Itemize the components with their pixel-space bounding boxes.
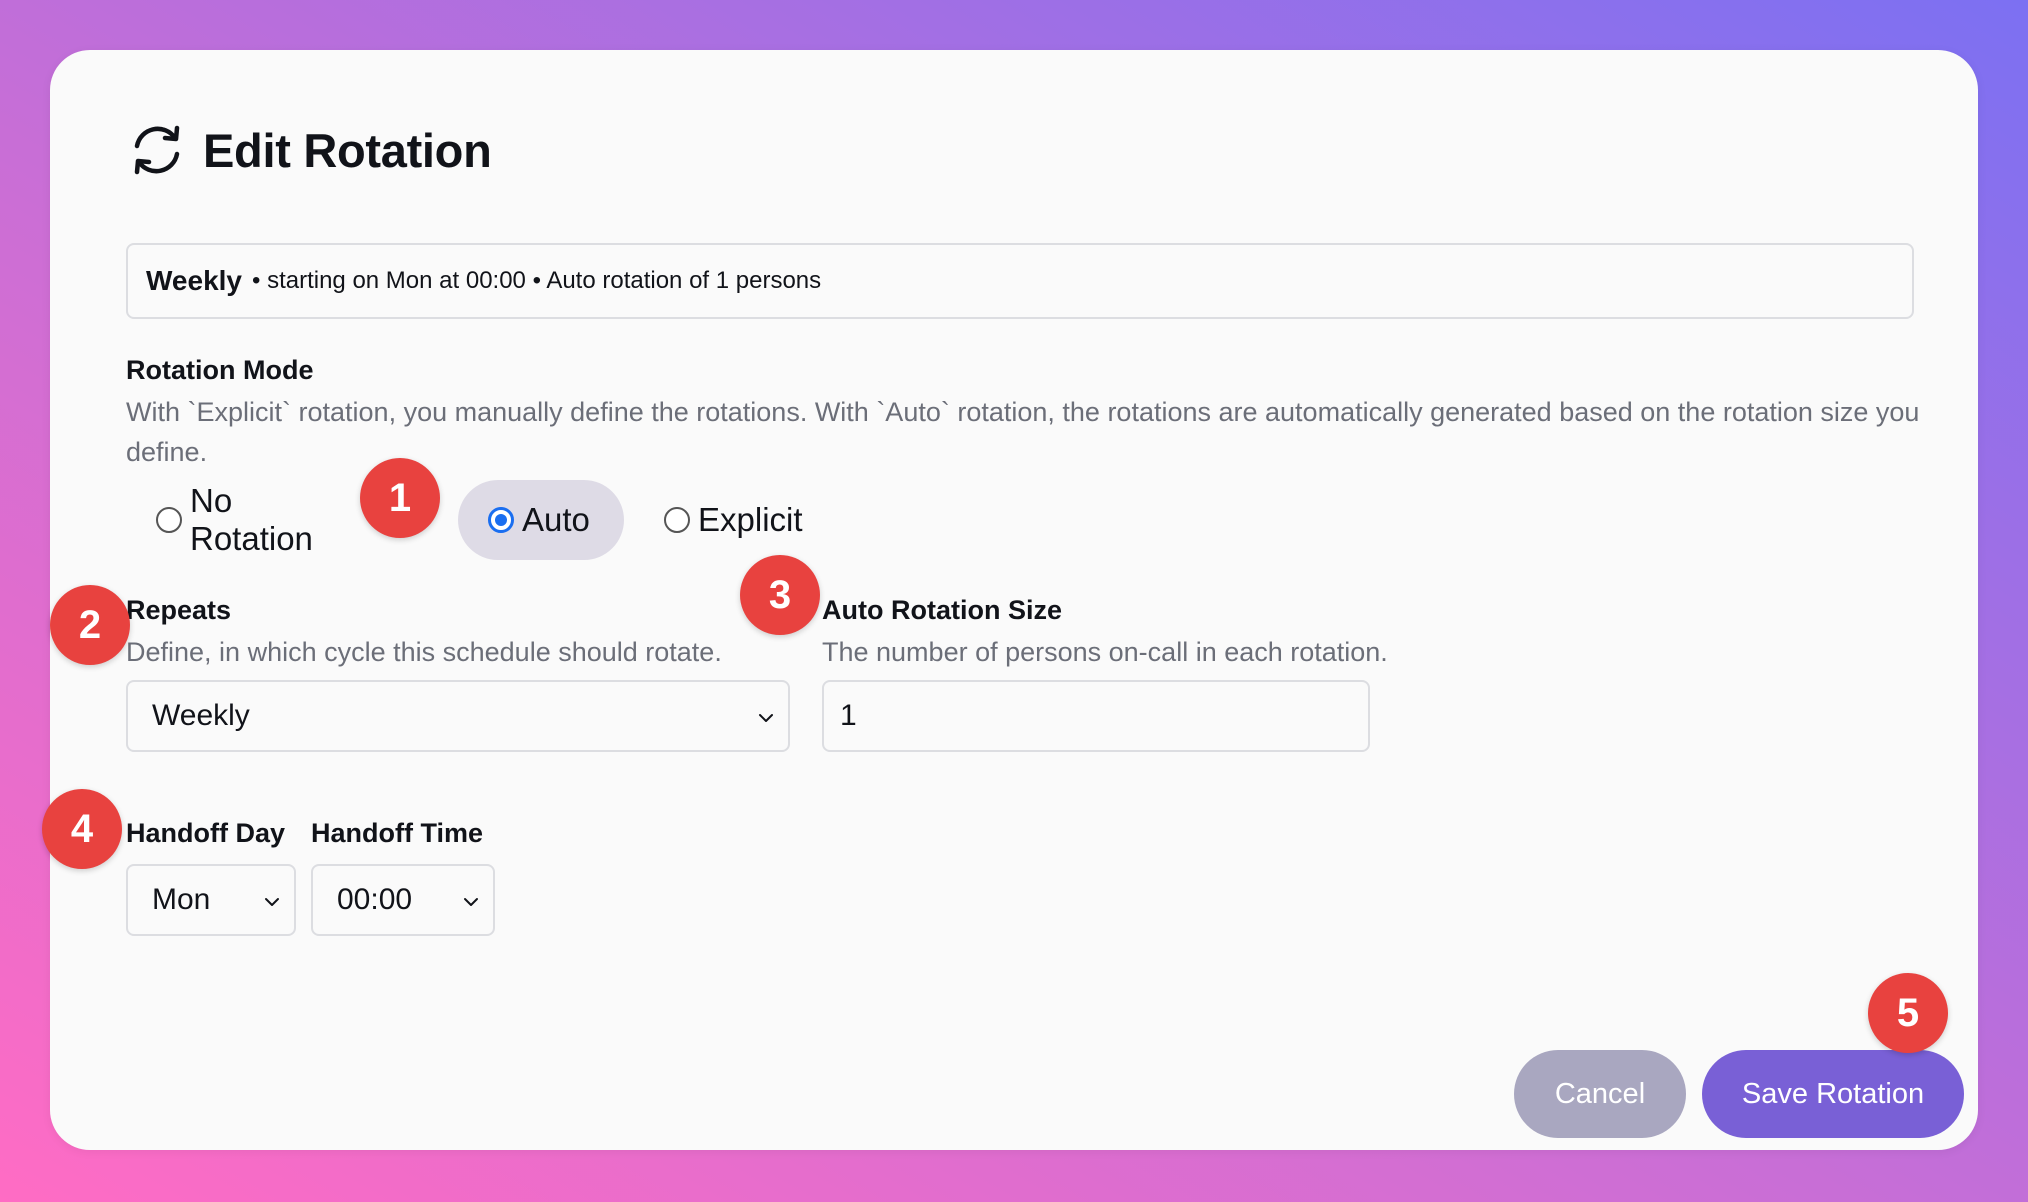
radio-auto[interactable]: Auto xyxy=(458,480,624,560)
radio-label: No Rotation xyxy=(190,482,313,557)
handoff-day-value: Mon xyxy=(152,883,211,916)
repeats-description: Define, in which cycle this schedule sho… xyxy=(126,637,722,667)
handoff-day-select[interactable]: Mon xyxy=(126,864,296,936)
step-badge-1: 1 xyxy=(360,458,440,538)
dialog-title: Edit Rotation xyxy=(203,123,492,177)
auto-rotation-size-label: Auto Rotation Size xyxy=(822,595,1062,625)
dialog-header: Edit Rotation xyxy=(125,118,492,182)
save-rotation-button[interactable]: Save Rotation xyxy=(1702,1050,1964,1138)
handoff-time-label: Handoff Time xyxy=(311,818,484,848)
step-badge-5: 5 xyxy=(1868,973,1948,1053)
radio-label: Auto xyxy=(522,501,590,538)
step-badge-4: 4 xyxy=(42,789,122,869)
radio-label: Explicit xyxy=(698,501,803,538)
refresh-icon xyxy=(134,125,180,175)
step-badge-2: 2 xyxy=(50,585,130,665)
cancel-button[interactable]: Cancel xyxy=(1514,1050,1686,1138)
chevron-down-icon xyxy=(265,898,279,906)
edit-rotation-dialog: Edit Rotation Weekly • starting on Mon a… xyxy=(50,50,1978,1150)
radio-circle-checked[interactable] xyxy=(488,507,514,533)
handoff-time-value: 00:00 xyxy=(337,883,413,916)
summary-details: • starting on Mon at 00:00 • Auto rotati… xyxy=(252,267,822,294)
chevron-down-icon xyxy=(464,898,478,906)
step-badge-3: 3 xyxy=(740,555,820,635)
repeats-select[interactable]: Weekly xyxy=(126,680,790,752)
handoff-time-select[interactable]: 00:00 xyxy=(311,864,495,936)
repeats-value: Weekly xyxy=(152,699,250,732)
repeats-label: Repeats xyxy=(126,595,232,625)
summary-frequency: Weekly xyxy=(146,265,242,296)
auto-rotation-size-input[interactable]: 1 xyxy=(822,680,1370,752)
radio-circle[interactable] xyxy=(664,507,690,533)
radio-circle[interactable] xyxy=(156,507,182,533)
chevron-down-icon xyxy=(759,714,773,722)
rotation-mode-label: Rotation Mode xyxy=(126,355,314,385)
auto-rotation-size-value: 1 xyxy=(840,699,857,732)
auto-rotation-size-description: The number of persons on-call in each ro… xyxy=(822,637,1388,667)
radio-explicit[interactable]: Explicit xyxy=(664,480,844,560)
radio-no-rotation[interactable]: No Rotation xyxy=(156,480,356,560)
handoff-day-label: Handoff Day xyxy=(126,818,286,848)
rotation-summary: Weekly • starting on Mon at 00:00 • Auto… xyxy=(126,243,1914,319)
